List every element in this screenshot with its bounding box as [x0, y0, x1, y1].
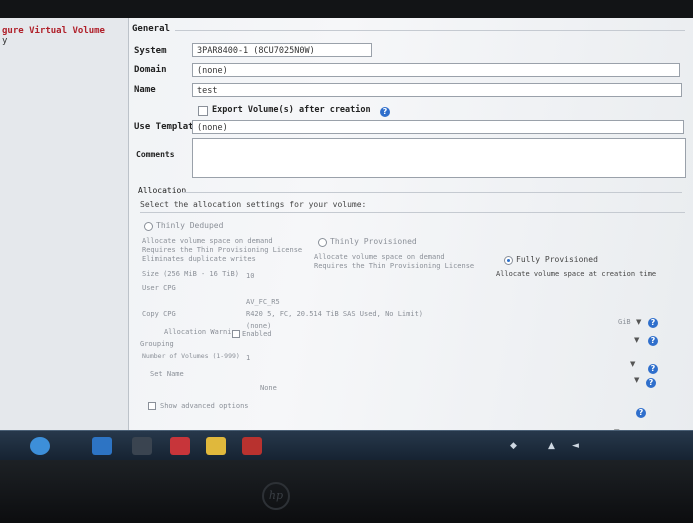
copy-cpg-label: Copy CPG	[142, 310, 176, 318]
thinly-deduped-radio[interactable]	[144, 222, 153, 231]
chevron-down-icon[interactable]: ▼	[630, 360, 635, 368]
internet-explorer-icon[interactable]	[92, 437, 112, 455]
set-name-value[interactable]: None	[260, 384, 277, 392]
help-icon[interactable]: ?	[380, 107, 390, 117]
user-cpg-value[interactable]: AV_FC_R5	[246, 298, 280, 306]
nav-item-virtual-volume[interactable]: gure Virtual Volume	[2, 26, 105, 36]
advanced-options-label: Show advanced options	[160, 402, 249, 410]
comments-label: Comments	[136, 150, 175, 159]
hp-logo-icon: hp	[262, 482, 290, 510]
thinly-deduped-label: Thinly Deduped	[156, 221, 224, 230]
general-section-header: General	[132, 24, 170, 34]
domain-select[interactable]: (none)	[192, 63, 680, 77]
network-icon[interactable]: ▲	[548, 441, 555, 451]
divider	[140, 212, 685, 213]
system-label: System	[134, 46, 167, 56]
navigation-pane: gure Virtual Volume y	[0, 18, 129, 430]
help-icon[interactable]: ?	[648, 318, 658, 328]
thinly-deduped-desc-2: Requires the Thin Provisioning License	[142, 246, 303, 254]
number-of-volumes-label: Number of Volumes (1-999)	[142, 352, 240, 360]
folder-icon[interactable]	[206, 437, 226, 455]
allocation-warning-checkbox[interactable]	[232, 330, 240, 338]
fully-provisioned-radio[interactable]	[504, 256, 513, 265]
allocation-warning-value: Enabled	[242, 330, 272, 338]
divider	[175, 30, 685, 31]
thinly-provisioned-desc-1: Allocate volume space on demand	[314, 253, 445, 261]
comments-textarea[interactable]	[192, 138, 686, 178]
allocation-section-header: Allocation	[138, 186, 187, 195]
copy-cpg-value[interactable]: (none)	[246, 322, 271, 330]
domain-label: Domain	[134, 65, 167, 75]
acrobat-icon[interactable]	[242, 437, 262, 455]
monitor-bezel-top	[0, 0, 693, 18]
size-label: Size (256 MiB - 16 TiB)	[142, 270, 239, 278]
help-icon[interactable]: ?	[648, 364, 658, 374]
cpg-info: R420 5, FC, 20.514 TiB SAS Used, No Limi…	[246, 310, 424, 318]
fully-provisioned-desc: Allocate volume space at creation time	[496, 270, 657, 278]
screen: gure Virtual Volume y General System 3PA…	[0, 18, 693, 460]
size-unit-select[interactable]: GiB	[618, 318, 631, 326]
volume-icon[interactable]: ◄	[572, 441, 579, 451]
notification-area-icon[interactable]: ◆	[510, 441, 517, 451]
thinly-provisioned-radio[interactable]	[318, 238, 327, 247]
terminal-icon[interactable]	[132, 437, 152, 455]
help-icon[interactable]: ?	[646, 378, 656, 388]
user-cpg-label: User CPG	[142, 284, 176, 292]
monitor-bezel-bottom	[0, 460, 693, 523]
app-icon[interactable]	[170, 437, 190, 455]
advanced-options-checkbox[interactable]	[148, 402, 156, 410]
start-button-icon[interactable]	[30, 437, 50, 455]
divider	[182, 192, 682, 193]
set-name-label: Set Name	[150, 370, 184, 378]
nav-subitem[interactable]: y	[2, 36, 7, 46]
help-icon[interactable]: ?	[636, 408, 646, 418]
thinly-deduped-desc-3: Eliminates duplicate writes	[142, 255, 256, 263]
chevron-down-icon[interactable]: ▼	[636, 318, 641, 326]
help-icon[interactable]: ?	[648, 336, 658, 346]
system-field[interactable]: 3PAR8400-1 (8CU7025N0W)	[192, 43, 372, 57]
number-of-volumes-value[interactable]: 1	[246, 354, 250, 362]
grouping-label: Grouping	[140, 340, 174, 348]
name-input[interactable]: test	[192, 83, 682, 97]
size-value[interactable]: 10	[246, 272, 254, 280]
allocation-instruction: Select the allocation settings for your …	[140, 200, 367, 209]
thinly-provisioned-label: Thinly Provisioned	[330, 237, 417, 246]
name-label: Name	[134, 85, 156, 95]
thinly-provisioned-desc-2: Requires the Thin Provisioning License	[314, 262, 475, 270]
export-volume-checkbox[interactable]	[198, 106, 208, 116]
create-virtual-volume-form: General System 3PAR8400-1 (8CU7025N0W) D…	[130, 18, 693, 436]
chevron-down-icon[interactable]: ▼	[634, 336, 639, 344]
chevron-down-icon[interactable]: ▼	[634, 376, 639, 384]
use-template-label: Use Template	[134, 122, 200, 132]
template-select[interactable]: (none)	[192, 120, 684, 134]
allocation-warning-label: Allocation Warning	[164, 328, 240, 336]
export-volume-label: Export Volume(s) after creation	[212, 105, 371, 115]
fully-provisioned-label: Fully Provisioned	[516, 255, 598, 264]
thinly-deduped-desc-1: Allocate volume space on demand	[142, 237, 273, 245]
windows-taskbar: ◆ ▲ ◄	[0, 430, 693, 460]
